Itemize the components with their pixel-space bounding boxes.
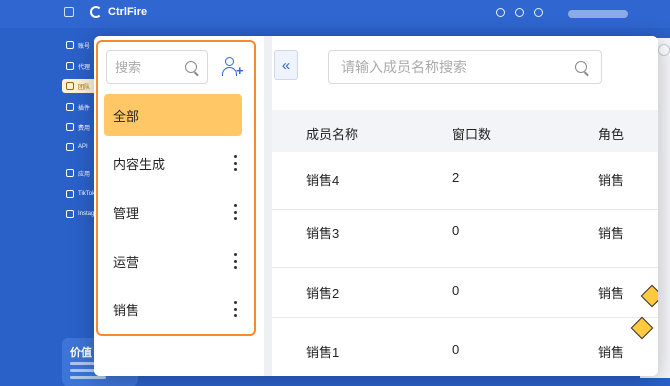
group-item-all[interactable]: 全部 [104,94,242,136]
column-header-windows[interactable]: 窗口数 [452,124,491,143]
search-icon[interactable] [185,61,197,73]
sidebar-item-account[interactable]: 账号 [66,38,90,52]
team-icon [66,82,74,90]
member-role: 销售 [598,345,625,360]
members-panel: « 成员名称 窗口数 角色 销售4 2 销售 销售3 0 销售 销售2 0 销售… [272,36,658,376]
sidebar-item-label: 插件 [78,105,91,112]
sidebar-app-label: TikTok [78,191,96,197]
sidebar-item-label: 团队 [78,84,91,91]
member-role: 销售 [598,173,625,188]
sidebar-item-plugin[interactable]: 插件 [66,100,90,114]
add-user-icon-body [222,67,237,76]
group-item-sales[interactable]: 销售 [104,288,242,330]
member-windows: 0 [452,342,460,357]
group-label: 全部 [113,108,140,124]
group-label: 销售 [113,302,140,318]
logo-icon [90,6,102,18]
menu-icon[interactable] [64,7,74,17]
groups-panel: + 全部 内容生成 管理 运营 销售 [94,36,264,376]
double-chevron-left-icon: « [281,56,291,74]
column-header-name[interactable]: 成员名称 [306,124,358,143]
member-search-input[interactable] [341,59,561,75]
sidebar-item-label: API [78,144,88,150]
promo-title: 价值 [70,347,92,359]
sidebar-section-label: 应用 [78,171,91,178]
sidebar-section-apps: 应用 [66,166,90,180]
member-search-box[interactable] [328,50,602,84]
sidebar-item-label: 费用 [78,125,91,132]
group-item-manage[interactable]: 管理 [104,191,242,233]
headset-icon[interactable] [496,8,505,17]
member-name: 销售2 [306,286,340,301]
group-search-box[interactable] [106,50,208,84]
group-label: 运营 [113,254,140,270]
member-role: 销售 [598,286,625,301]
add-group-button[interactable]: + [222,56,244,78]
bell-icon[interactable] [534,8,543,17]
column-header-role[interactable]: 角色 [598,124,624,143]
more-icon[interactable] [232,204,238,220]
group-search-input[interactable] [115,59,185,75]
more-icon[interactable] [232,155,238,171]
panel-divider [264,36,272,376]
more-icon[interactable] [232,253,238,269]
table-row[interactable]: 销售4 2 销售 [272,152,658,210]
sidebar-item-team[interactable]: 团队 [62,79,98,93]
promo-line [70,376,106,379]
group-item-content[interactable]: 内容生成 [104,142,242,184]
help-icon[interactable] [515,8,524,17]
tiktok-icon [66,190,74,198]
account-icon [66,41,74,49]
sidebar-item-billing[interactable]: 费用 [66,120,90,134]
add-user-icon [225,57,234,66]
search-icon[interactable] [575,61,587,73]
apps-icon [66,169,74,177]
member-role: 销售 [598,226,625,241]
plugin-icon [66,103,74,111]
table-row[interactable]: 销售1 0 销售 [272,318,658,376]
instagram-icon [66,210,74,218]
plus-icon: + [236,63,244,78]
more-icon[interactable] [232,301,238,317]
sidebar-item-api[interactable]: API [66,140,88,154]
member-windows: 0 [452,283,460,298]
sidebar-item-label: 代理 [78,64,91,71]
sidebar-app-tiktok[interactable]: TikTok [66,187,95,201]
collapse-button[interactable]: « [274,50,298,80]
user-info[interactable] [568,10,628,18]
group-item-operations[interactable]: 运营 [104,240,242,282]
member-windows: 0 [452,223,460,238]
billing-icon [66,123,74,131]
app-logo: CtrlFire [64,6,147,18]
member-name: 销售4 [306,173,340,188]
proxy-icon [66,62,74,70]
sidebar-item-label: 账号 [78,43,91,50]
group-label: 内容生成 [113,156,166,172]
app-name: CtrlFire [108,6,148,18]
sidebar-item-proxy[interactable]: 代理 [66,59,90,73]
table-row[interactable]: 销售2 0 销售 [272,260,658,318]
member-name: 销售1 [306,345,340,360]
group-label: 管理 [113,205,140,221]
member-name: 销售3 [306,226,340,241]
top-icons [496,8,543,17]
badge-icon [658,44,670,56]
member-windows: 2 [452,170,460,185]
team-members-dialog: + 全部 内容生成 管理 运营 销售 « 成员 [94,36,658,376]
table-header: 成员名称 窗口数 角色 [272,110,658,152]
api-icon [66,143,74,151]
